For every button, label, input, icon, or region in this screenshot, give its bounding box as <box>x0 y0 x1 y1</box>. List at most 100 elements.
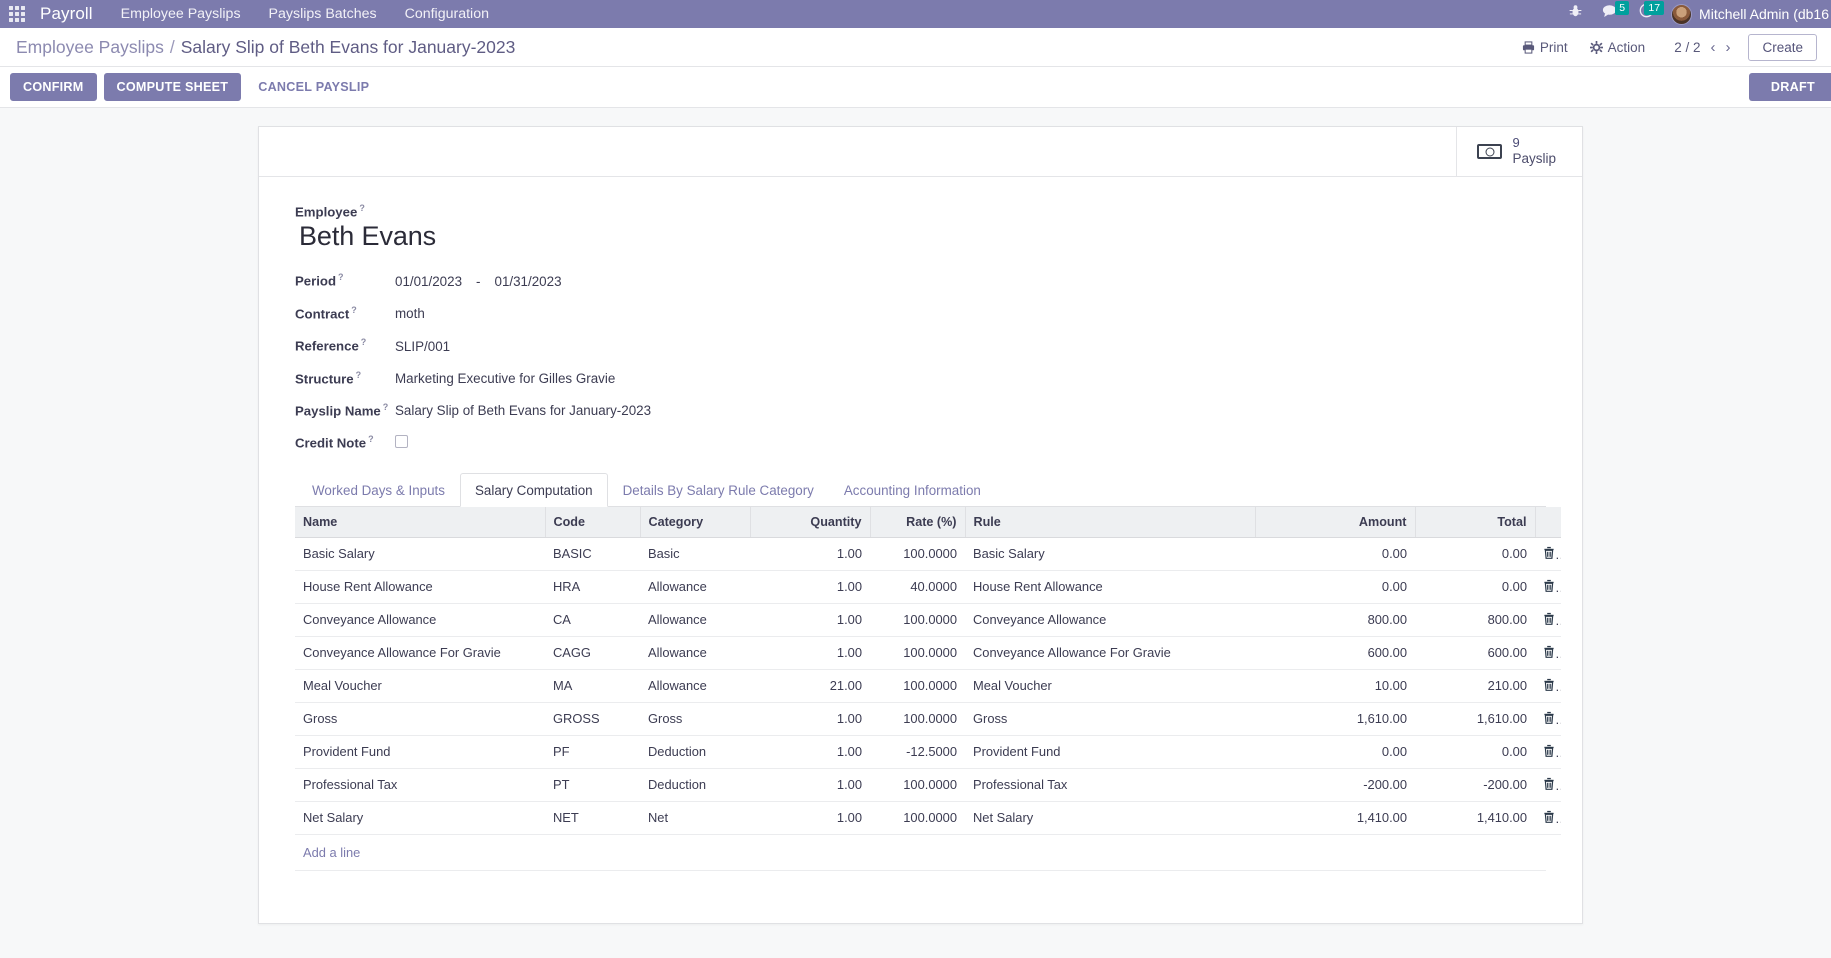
cell-category[interactable]: Allowance <box>640 669 750 703</box>
cell-quantity[interactable]: 1.00 <box>750 603 870 637</box>
help-marker-icon[interactable]: ? <box>351 305 357 315</box>
help-marker-icon[interactable]: ? <box>383 402 389 412</box>
cell-code[interactable]: CA <box>545 603 640 637</box>
cell-rule[interactable]: Basic Salary <box>965 537 1255 571</box>
cell-name[interactable]: Provident Fund <box>295 735 545 769</box>
cell-code[interactable]: GROSS <box>545 702 640 736</box>
cell-amount[interactable]: 0.00 <box>1255 537 1415 571</box>
cell-total[interactable]: 0.00 <box>1415 537 1535 571</box>
cell-category[interactable]: Deduction <box>640 735 750 769</box>
cell-quantity[interactable]: 1.00 <box>750 636 870 670</box>
cell-total[interactable]: 800.00 <box>1415 603 1535 637</box>
cell-rate[interactable]: -12.5000 <box>870 735 965 769</box>
menu-payslips-batches[interactable]: Payslips Batches <box>255 0 391 28</box>
cell-rate[interactable]: 40.0000 <box>870 570 965 604</box>
trash-icon[interactable] <box>1535 669 1561 703</box>
cell-code[interactable]: NET <box>545 801 640 835</box>
period-from-value[interactable]: 01/01/2023 <box>395 274 462 289</box>
cancel-payslip-button[interactable]: CANCEL PAYSLIP <box>248 74 379 100</box>
trash-icon[interactable] <box>1535 735 1561 769</box>
bug-icon[interactable] <box>1560 0 1591 28</box>
cell-name[interactable]: Conveyance Allowance For Gravie <box>295 636 545 670</box>
cell-rule[interactable]: House Rent Allowance <box>965 570 1255 604</box>
action-button[interactable]: Action <box>1579 40 1657 55</box>
cell-quantity[interactable]: 1.00 <box>750 801 870 835</box>
cell-category[interactable]: Allowance <box>640 603 750 637</box>
cell-total[interactable]: 1,410.00 <box>1415 801 1535 835</box>
help-marker-icon[interactable]: ? <box>338 272 344 282</box>
apps-grid-icon[interactable] <box>6 3 28 25</box>
cell-rule[interactable]: Professional Tax <box>965 768 1255 802</box>
cell-rule[interactable]: Provident Fund <box>965 735 1255 769</box>
table-row[interactable]: Conveyance Allowance For Gravie CAGG Allow… <box>295 636 1561 670</box>
cell-category[interactable]: Gross <box>640 702 750 736</box>
help-marker-icon[interactable]: ? <box>359 203 365 213</box>
compute-sheet-button[interactable]: COMPUTE SHEET <box>103 73 242 101</box>
pager-next-icon[interactable]: › <box>1725 39 1730 56</box>
trash-icon[interactable] <box>1535 702 1561 736</box>
cell-quantity[interactable]: 21.00 <box>750 669 870 703</box>
cell-name[interactable]: Professional Tax <box>295 768 545 802</box>
cell-amount[interactable]: 0.00 <box>1255 735 1415 769</box>
cell-name[interactable]: Meal Voucher <box>295 669 545 703</box>
tab-worked-days-inputs[interactable]: Worked Days & Inputs <box>297 473 460 507</box>
cell-code[interactable]: PT <box>545 768 640 802</box>
table-row[interactable]: Basic Salary BASIC Basic 1.00 100.0000 Basic … <box>295 537 1561 571</box>
table-row[interactable]: House Rent Allowance HRA Allowance 1.00 40.0… <box>295 570 1561 604</box>
activities-clock-icon[interactable]: 17 <box>1630 0 1665 28</box>
cell-name[interactable]: Gross <box>295 702 545 736</box>
trash-icon[interactable] <box>1535 801 1561 835</box>
cell-quantity[interactable]: 1.00 <box>750 768 870 802</box>
trash-icon[interactable] <box>1535 768 1561 802</box>
cell-amount[interactable]: 600.00 <box>1255 636 1415 670</box>
cell-rule[interactable]: Gross <box>965 702 1255 736</box>
cell-total[interactable]: 600.00 <box>1415 636 1535 670</box>
cell-category[interactable]: Net <box>640 801 750 835</box>
cell-rate[interactable]: 100.0000 <box>870 669 965 703</box>
cell-category[interactable]: Basic <box>640 537 750 571</box>
cell-quantity[interactable]: 1.00 <box>750 537 870 571</box>
help-marker-icon[interactable]: ? <box>361 337 367 347</box>
tab-accounting-information[interactable]: Accounting Information <box>829 473 996 507</box>
payslip-name-value[interactable]: Salary Slip of Beth Evans for January-20… <box>395 403 651 418</box>
cell-rate[interactable]: 100.0000 <box>870 801 965 835</box>
reference-value[interactable]: SLIP/001 <box>395 339 450 354</box>
pager-prev-icon[interactable]: ‹ <box>1710 39 1715 56</box>
cell-quantity[interactable]: 1.00 <box>750 702 870 736</box>
table-row[interactable]: Professional Tax PT Deduction 1.00 100.0000 P… <box>295 768 1561 802</box>
cell-name[interactable]: House Rent Allowance <box>295 570 545 604</box>
cell-rate[interactable]: 100.0000 <box>870 603 965 637</box>
trash-icon[interactable] <box>1535 603 1561 637</box>
cell-amount[interactable]: 1,410.00 <box>1255 801 1415 835</box>
cell-rate[interactable]: 100.0000 <box>870 636 965 670</box>
trash-icon[interactable] <box>1535 570 1561 604</box>
table-row[interactable]: Net Salary NET Net 1.00 100.0000 Net Salary 1,… <box>295 801 1561 835</box>
cell-category[interactable]: Allowance <box>640 636 750 670</box>
confirm-button[interactable]: CONFIRM <box>10 73 97 101</box>
trash-icon[interactable] <box>1535 636 1561 670</box>
structure-value[interactable]: Marketing Executive for Gilles Gravie <box>395 371 615 386</box>
cell-name[interactable]: Net Salary <box>295 801 545 835</box>
cell-rate[interactable]: 100.0000 <box>870 768 965 802</box>
tab-details-by-salary-rule-category[interactable]: Details By Salary Rule Category <box>608 473 829 507</box>
cell-name[interactable]: Basic Salary <box>295 537 545 571</box>
user-menu[interactable]: Mitchell Admin (db16 <box>1665 3 1829 25</box>
cell-amount[interactable]: 10.00 <box>1255 669 1415 703</box>
table-row[interactable]: Conveyance Allowance CA Allowance 1.00 100.0… <box>295 603 1561 637</box>
cell-code[interactable]: BASIC <box>545 537 640 571</box>
payslip-smart-button[interactable]: 9 Payslip <box>1456 127 1582 176</box>
cell-amount[interactable]: 0.00 <box>1255 570 1415 604</box>
cell-amount[interactable]: 1,610.00 <box>1255 702 1415 736</box>
cell-quantity[interactable]: 1.00 <box>750 735 870 769</box>
cell-rule[interactable]: Conveyance Allowance For Gravie <box>965 636 1255 670</box>
cell-total[interactable]: 210.00 <box>1415 669 1535 703</box>
cell-rule[interactable]: Net Salary <box>965 801 1255 835</box>
app-brand-payroll[interactable]: Payroll <box>40 4 93 24</box>
cell-total[interactable]: 0.00 <box>1415 735 1535 769</box>
help-marker-icon[interactable]: ? <box>368 434 374 444</box>
cell-name[interactable]: Conveyance Allowance <box>295 603 545 637</box>
cell-code[interactable]: MA <box>545 669 640 703</box>
cell-amount[interactable]: 800.00 <box>1255 603 1415 637</box>
cell-rate[interactable]: 100.0000 <box>870 537 965 571</box>
cell-total[interactable]: -200.00 <box>1415 768 1535 802</box>
